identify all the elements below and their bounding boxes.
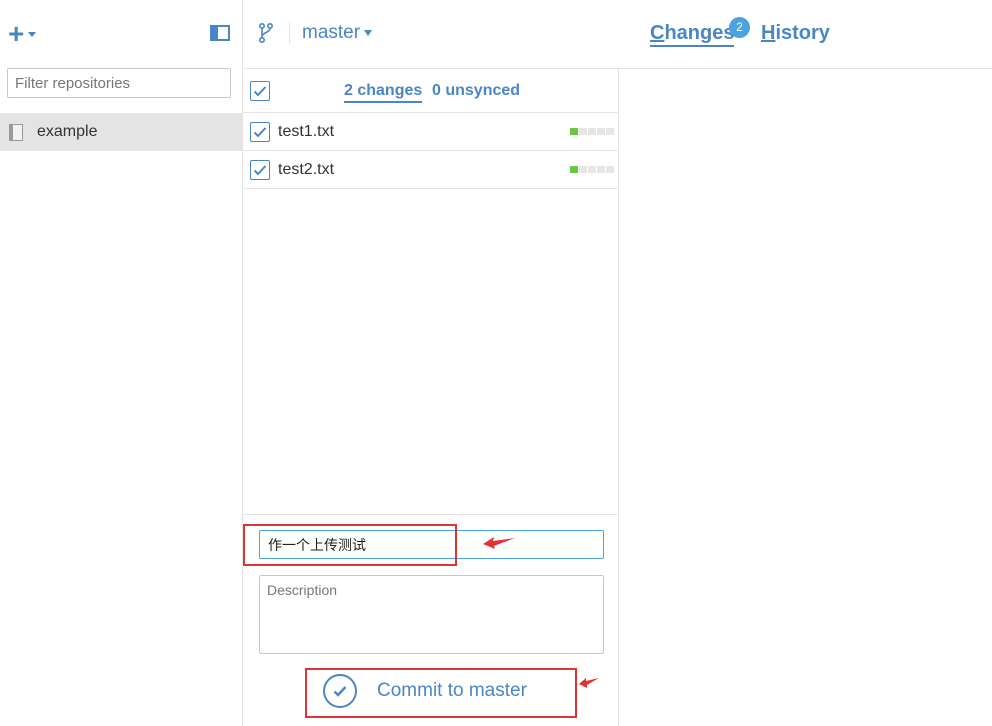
file-name: test1.txt: [278, 123, 335, 140]
changed-file-row[interactable]: test1.txt: [243, 113, 618, 150]
file-name: test2.txt: [278, 161, 335, 178]
annotation-highlight-box: [305, 668, 577, 718]
file-checkbox[interactable]: [250, 122, 270, 142]
changes-panel: 2 changes 0 unsynced test1.txt test2.txt…: [243, 69, 619, 726]
toolbar-divider: [289, 22, 290, 44]
repository-item-example[interactable]: example: [0, 113, 243, 151]
annotation-highlight-box: [243, 524, 457, 566]
diff-stat-bar: [570, 128, 614, 135]
caret-down-icon: [28, 31, 37, 37]
plus-icon: +: [8, 18, 25, 49]
tab-history[interactable]: History: [761, 22, 830, 44]
filter-repositories-input[interactable]: [7, 68, 231, 98]
changes-count-badge: 2: [729, 17, 750, 38]
checkmark-icon: [253, 86, 267, 97]
tab-changes[interactable]: Changes: [650, 22, 735, 47]
unsynced-count-tab[interactable]: 0 unsynced: [432, 81, 520, 101]
annotation-arrow-icon: [579, 678, 599, 688]
commit-area-divider: [243, 514, 618, 515]
annotation-arrow-icon: [483, 537, 515, 549]
checkmark-icon: [253, 127, 267, 138]
divider: [243, 188, 618, 189]
diff-stat-bar: [570, 166, 614, 173]
repository-label: example: [37, 123, 98, 140]
branch-selector[interactable]: master: [302, 22, 373, 44]
changed-file-row[interactable]: test2.txt: [243, 151, 618, 188]
changes-count-tab[interactable]: 2 changes: [344, 81, 423, 103]
commit-description-input[interactable]: [259, 575, 604, 654]
file-checkbox[interactable]: [250, 160, 270, 180]
branch-name: master: [302, 22, 361, 43]
sidebar-toggle-icon[interactable]: [210, 25, 230, 41]
git-branch-icon[interactable]: [257, 22, 275, 44]
add-repository-button[interactable]: +: [8, 18, 37, 49]
select-all-checkbox[interactable]: [250, 81, 270, 101]
caret-down-icon: [364, 30, 373, 36]
repository-sidebar: + example: [0, 0, 243, 726]
checkmark-icon: [253, 165, 267, 176]
repo-book-icon: [9, 123, 23, 141]
